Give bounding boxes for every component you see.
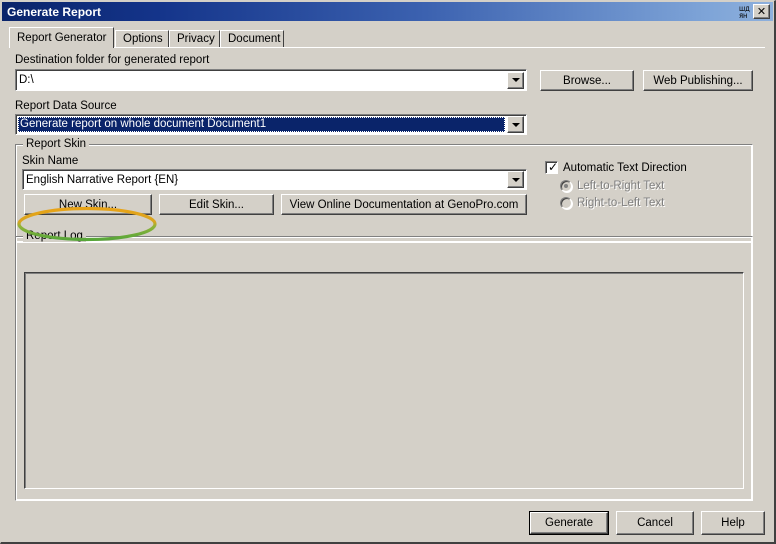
browse-button[interactable]: Browse... — [540, 70, 634, 91]
radio-unselected-icon[interactable] — [560, 197, 572, 209]
tab-privacy[interactable]: Privacy — [169, 30, 220, 48]
tab-strip: Report Generator Options Privacy Documen… — [9, 27, 765, 48]
help-button[interactable]: Help — [701, 511, 765, 535]
skin-name-label: Skin Name — [22, 155, 79, 167]
destination-folder-label: Destination folder for generated report — [15, 54, 210, 66]
tab-underline — [9, 47, 765, 48]
new-skin-button[interactable]: New Skin... — [24, 194, 152, 215]
left-to-right-radio[interactable]: Left-to-Right Text — [560, 180, 664, 192]
edit-skin-button[interactable]: Edit Skin... — [159, 194, 274, 215]
window-title: Generate Report — [7, 4, 102, 19]
generate-button-label: Generate — [530, 512, 608, 534]
tab-report-generator[interactable]: Report Generator — [9, 27, 114, 48]
left-to-right-label: Left-to-Right Text — [577, 180, 665, 192]
tab-options[interactable]: Options — [115, 30, 169, 48]
titlebar-buttons: шд ян ✕ — [738, 2, 773, 21]
cancel-button[interactable]: Cancel — [616, 511, 694, 535]
report-skin-group-title: Report Skin — [23, 138, 90, 150]
report-log-group-title: Report Log — [23, 230, 86, 242]
web-publishing-button[interactable]: Web Publishing... — [643, 70, 753, 91]
automatic-text-direction-checkbox[interactable]: ✓ Automatic Text Direction — [545, 161, 687, 174]
report-log-textarea[interactable] — [24, 272, 744, 489]
chevron-down-icon[interactable] — [507, 71, 524, 89]
generate-button[interactable]: Generate — [529, 511, 609, 535]
skin-name-value[interactable]: English Narrative Report {EN} — [23, 174, 507, 186]
radio-selected-icon[interactable] — [560, 180, 572, 192]
close-icon[interactable]: ✕ — [753, 4, 770, 19]
dialog-client-area: Report Generator Options Privacy Documen… — [2, 21, 773, 542]
report-data-source-label: Report Data Source — [15, 100, 117, 112]
skin-name-combo[interactable]: English Narrative Report {EN} — [22, 169, 527, 190]
right-to-left-radio[interactable]: Right-to-Left Text — [560, 197, 664, 209]
destination-folder-value[interactable]: D:\ — [16, 74, 507, 86]
title-bar[interactable]: Generate Report шд ян ✕ — [2, 2, 773, 21]
automatic-text-direction-label: Automatic Text Direction — [563, 161, 687, 174]
chevron-down-icon[interactable] — [507, 171, 524, 188]
checkbox-icon[interactable]: ✓ — [545, 161, 558, 174]
minimize-icon[interactable]: шд ян — [739, 4, 750, 19]
report-data-source-value[interactable]: Generate report on whole document Docume… — [18, 117, 505, 132]
tab-document[interactable]: Document — [220, 30, 284, 48]
view-online-documentation-button[interactable]: View Online Documentation at GenoPro.com — [281, 194, 527, 215]
tab-active-underline — [10, 47, 113, 48]
destination-folder-combo[interactable]: D:\ — [15, 69, 527, 91]
right-to-left-label: Right-to-Left Text — [577, 197, 665, 209]
generate-report-dialog: Generate Report шд ян ✕ Report Generator … — [0, 0, 776, 544]
report-data-source-combo[interactable]: Generate report on whole document Docume… — [15, 114, 527, 135]
chevron-down-icon[interactable] — [507, 116, 524, 133]
